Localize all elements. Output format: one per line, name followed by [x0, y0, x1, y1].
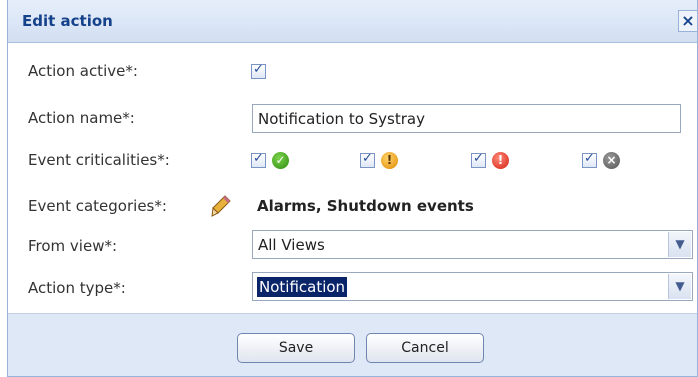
- action-type-select[interactable]: Notification ▼: [252, 272, 693, 301]
- action-name-input[interactable]: Notification to Systray: [252, 104, 681, 133]
- event-categories-label: Event categories*:: [28, 197, 167, 215]
- save-button[interactable]: Save: [237, 333, 355, 363]
- criticality-warning-checkbox[interactable]: [360, 151, 375, 168]
- warning-icon: !: [381, 152, 398, 169]
- error-icon: !: [492, 152, 509, 169]
- action-type-value: Notification: [257, 277, 348, 297]
- action-active-checkbox[interactable]: [251, 62, 266, 79]
- cancel-button[interactable]: Cancel: [366, 333, 484, 363]
- chevron-down-icon[interactable]: ▼: [668, 232, 691, 257]
- criticality-critical-checkbox[interactable]: [582, 151, 597, 168]
- event-categories-value: Alarms, Shutdown events: [257, 197, 474, 215]
- critical-x-icon: ×: [603, 152, 620, 169]
- action-name-label: Action name*:: [28, 109, 135, 127]
- event-criticalities-label: Event criticalities*:: [28, 151, 170, 169]
- from-view-select[interactable]: All Views ▼: [252, 230, 693, 259]
- dialog-title: Edit action: [22, 12, 113, 30]
- criticality-success-checkbox[interactable]: [251, 151, 266, 168]
- pencil-icon[interactable]: [211, 195, 231, 217]
- close-icon[interactable]: ×: [678, 10, 697, 32]
- criticality-error-checkbox[interactable]: [471, 151, 486, 168]
- action-form: Action active*: Action name*: Notificati…: [8, 43, 697, 313]
- action-type-label: Action type*:: [28, 279, 126, 297]
- from-view-value: All Views: [258, 236, 325, 254]
- chevron-down-icon[interactable]: ▼: [668, 274, 691, 299]
- edit-action-dialog: Edit action × Action active*: Action nam…: [7, 0, 698, 377]
- success-icon: ✓: [272, 152, 289, 169]
- action-active-label: Action active*:: [28, 62, 138, 80]
- dialog-titlebar: Edit action ×: [8, 0, 697, 43]
- dialog-footer: Save Cancel: [8, 313, 697, 376]
- from-view-label: From view*:: [28, 237, 118, 255]
